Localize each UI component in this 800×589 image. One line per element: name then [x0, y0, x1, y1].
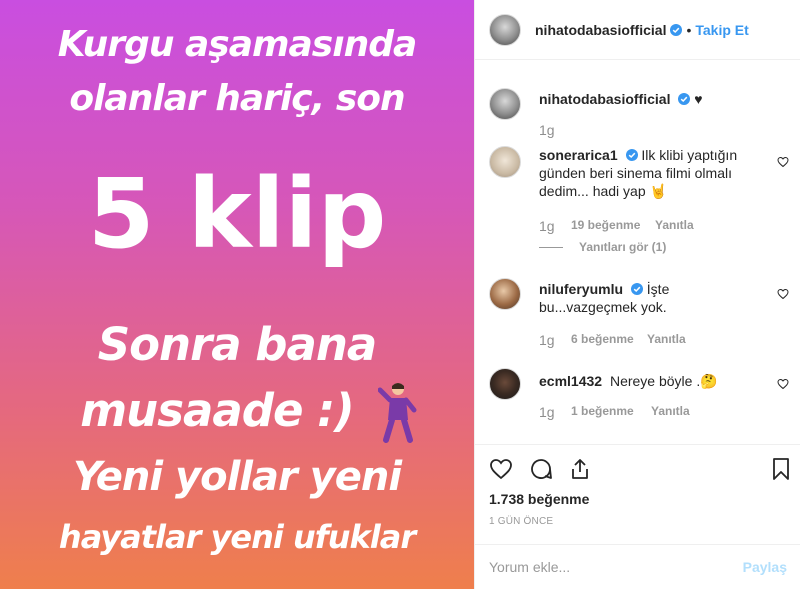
heart-icon[interactable] — [777, 378, 789, 390]
verified-badge-icon — [670, 23, 683, 36]
comment-time[interactable]: 1g — [539, 332, 571, 348]
share-icon[interactable] — [568, 457, 592, 481]
image-text-line: Sonra bana — [97, 318, 378, 371]
comment-likes[interactable]: 1 beğenme — [571, 404, 651, 420]
reply-button[interactable]: Yanıtla — [655, 218, 694, 234]
comment-likes[interactable]: 19 beğenme — [571, 218, 655, 234]
heart-icon[interactable] — [777, 288, 789, 300]
bookmark-icon[interactable] — [769, 457, 793, 481]
commenter-avatar[interactable] — [489, 368, 521, 400]
post-image[interactable]: Kurgu aşamasında olanlar hariç, son 5 kl… — [0, 0, 474, 589]
comment-username[interactable]: ecml1432 — [539, 373, 602, 389]
image-text-line: Kurgu aşamasında — [57, 24, 418, 65]
view-replies-label: Yanıtları gör (1) — [579, 240, 667, 254]
comment-meta: 1g 1 beğenme Yanıtla — [539, 404, 690, 420]
caption-text: ♥ — [694, 91, 703, 107]
heart-icon[interactable] — [489, 457, 513, 481]
post-header: nihatodabasiofficial • Takip Et — [475, 0, 800, 60]
image-text-line: olanlar hariç, son — [69, 78, 405, 119]
comment-text: Nereye böyle .🤔 — [609, 373, 718, 389]
caption-username[interactable]: nihatodabasiofficial — [539, 91, 670, 107]
image-text-headline: 5 klip — [87, 158, 387, 270]
caption-time[interactable]: 1g — [539, 122, 571, 138]
author-avatar[interactable] — [489, 88, 521, 120]
comment-body: ecml1432 Nereye böyle .🤔 — [539, 372, 759, 390]
comment-input[interactable] — [489, 559, 729, 575]
comment-body: sonerarica1 Ilk klibi yaptığın günden be… — [539, 146, 759, 200]
comment-time[interactable]: 1g — [539, 218, 571, 234]
reply-button[interactable]: Yanıtla — [651, 404, 690, 420]
post-actions: 1.738 beğenme 1 GÜN ÖNCE — [475, 444, 800, 544]
add-comment-bar: Paylaş — [475, 544, 800, 589]
likes-count[interactable]: 1.738 beğenme — [489, 491, 589, 507]
comment-likes[interactable]: 6 beğenme — [571, 332, 647, 348]
post-time[interactable]: 1 GÜN ÖNCE — [489, 516, 553, 527]
comment-username[interactable]: niluferyumlu — [539, 281, 623, 297]
comment-icon[interactable] — [529, 457, 553, 481]
follow-button[interactable]: Takip Et — [695, 22, 748, 38]
replies-divider — [539, 246, 563, 248]
comment-meta: 1g 6 beğenme Yanıtla — [539, 332, 686, 348]
image-text-line: hayatlar yeni ufuklar — [58, 518, 416, 556]
post-side-panel: nihatodabasiofficial • Takip Et nihatoda… — [474, 0, 800, 589]
author-username[interactable]: nihatodabasiofficial — [535, 22, 666, 38]
caption-body: nihatodabasiofficial ♥ — [539, 90, 759, 108]
caption-meta: 1g — [539, 122, 571, 138]
dancing-man-icon — [378, 383, 417, 443]
post-comment-button[interactable]: Paylaş — [743, 559, 787, 575]
comment-username[interactable]: sonerarica1 — [539, 147, 618, 163]
reply-button[interactable]: Yanıtla — [647, 332, 686, 348]
verified-badge-icon — [625, 149, 638, 161]
commenter-avatar[interactable] — [489, 146, 521, 178]
commenter-avatar[interactable] — [489, 278, 521, 310]
author-avatar[interactable] — [489, 13, 521, 46]
comments-list[interactable]: nihatodabasiofficial ♥ 1g sonerarica1 Il… — [475, 60, 800, 440]
heart-icon[interactable] — [777, 156, 789, 168]
verified-badge-icon — [678, 93, 691, 105]
image-text-line: Yeni yollar yeni — [72, 454, 402, 500]
comment-body: niluferyumlu İşte bu...vazgeçmek yok. — [539, 280, 759, 316]
view-replies-button[interactable]: Yanıtları gör (1) — [539, 240, 666, 254]
comment-time[interactable]: 1g — [539, 404, 571, 420]
verified-badge-icon — [630, 283, 643, 295]
header-separator: • — [686, 21, 692, 38]
comment-meta: 1g 19 beğenme Yanıtla — [539, 218, 694, 234]
